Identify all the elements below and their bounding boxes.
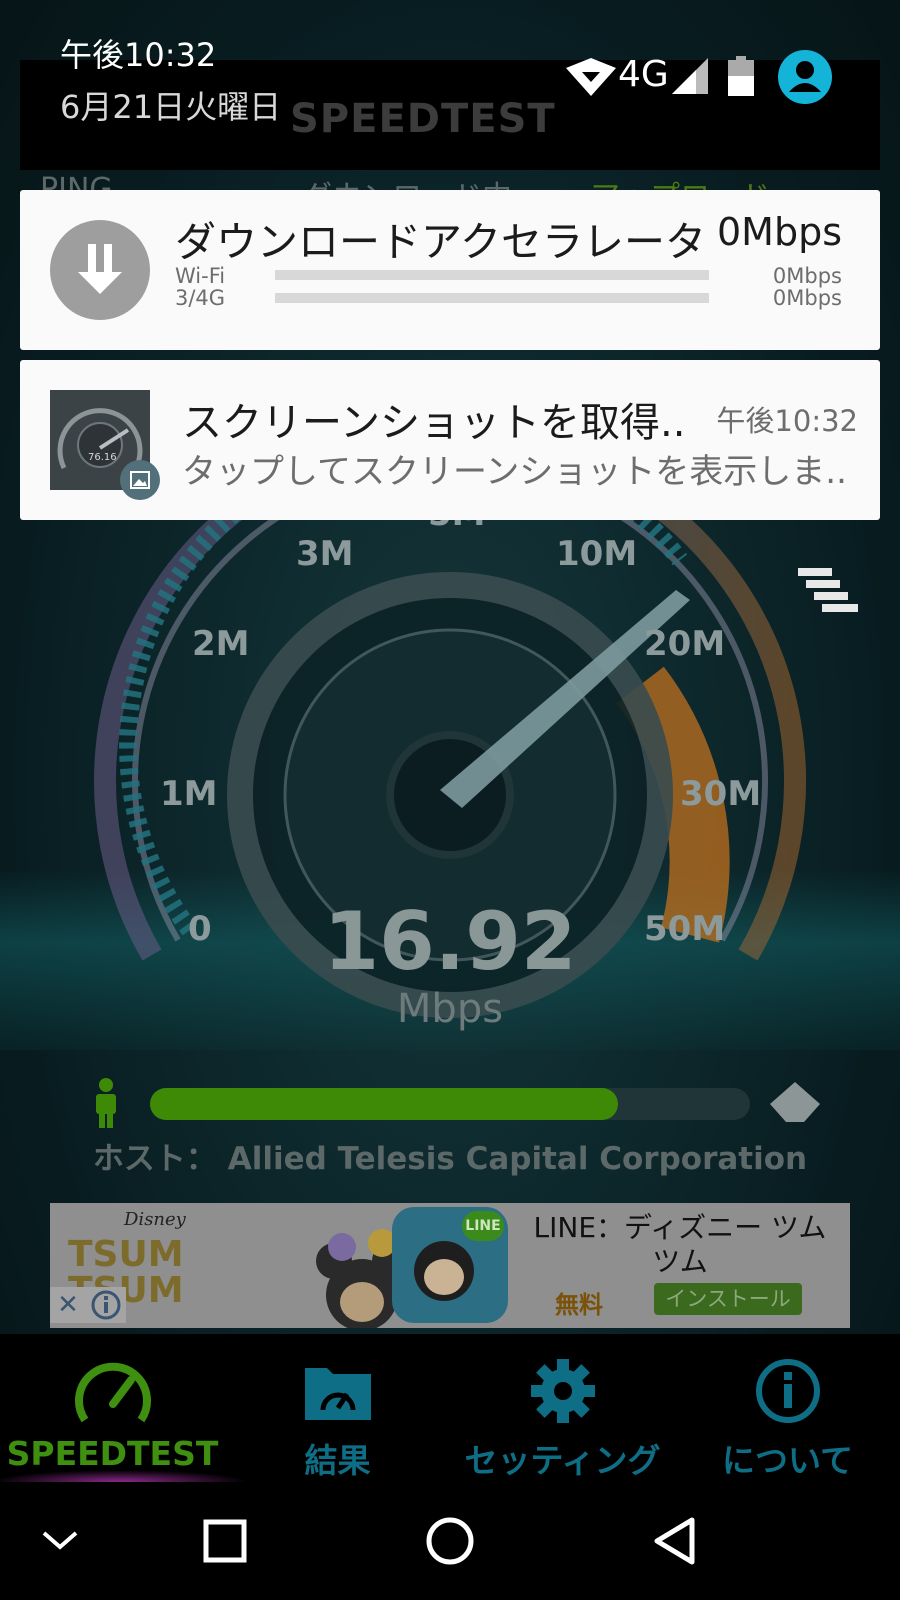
gear-icon bbox=[530, 1359, 595, 1423]
tick-label: 1M bbox=[160, 774, 218, 814]
folder-icon bbox=[304, 1368, 371, 1420]
circle-icon bbox=[426, 1517, 474, 1565]
wifi-label: Wi-Fi bbox=[175, 264, 226, 288]
speed-readout: 16.92 Mbps bbox=[0, 895, 900, 1033]
mobile-label: 3/4G bbox=[175, 286, 226, 310]
recents-button[interactable] bbox=[165, 1482, 285, 1600]
speed-value: 16.92 bbox=[323, 895, 577, 988]
speed-unit: Mbps bbox=[396, 986, 504, 1032]
notification-title: ダウンロードアクセラレータ bbox=[175, 218, 706, 266]
host-name: Allied Telesis Capital Corporation bbox=[227, 1141, 808, 1177]
notification-screenshot[interactable]: 76.16 スクリーンショットを取得.. 午後10:32 タップしてスクリーンシ… bbox=[20, 360, 880, 520]
account-icon[interactable] bbox=[778, 50, 832, 104]
nav-label: SPEEDTEST bbox=[6, 1434, 219, 1473]
thumbnail-value: 76.16 bbox=[88, 452, 117, 463]
collapse-button[interactable] bbox=[0, 1482, 120, 1600]
download-arrow-icon bbox=[50, 220, 150, 320]
signal-icon bbox=[672, 58, 708, 94]
notification-download-accelerator[interactable]: ダウンロードアクセラレータ 0Mbps Wi-Fi 3/4G 0Mbps 0Mb… bbox=[20, 190, 880, 350]
system-navigation bbox=[0, 1482, 900, 1600]
status-time: 午後10:32 bbox=[60, 36, 217, 74]
test-progress-fill bbox=[150, 1088, 618, 1120]
mobile-speed-value: 0Mbps bbox=[772, 286, 842, 310]
ad-brand: Disney bbox=[124, 1209, 186, 1230]
chevron-down-icon bbox=[42, 1531, 78, 1550]
nav-speedtest[interactable]: SPEEDTEST bbox=[0, 1334, 225, 1482]
nav-results[interactable]: 結果 bbox=[225, 1334, 450, 1482]
bottom-navigation: SPEEDTEST 結果 セッティング について bbox=[0, 1334, 900, 1482]
ad-title: LINE：ディズニー ツム ツム bbox=[533, 1211, 827, 1278]
server-triangle-icon bbox=[770, 1082, 820, 1126]
tick-label: 30M bbox=[680, 774, 761, 814]
square-icon bbox=[203, 1519, 247, 1563]
nav-label: について bbox=[721, 1441, 853, 1480]
mobile-speed-bar bbox=[275, 293, 709, 303]
nav-about[interactable]: について bbox=[675, 1334, 900, 1482]
notification-title: スクリーンショットを取得.. bbox=[182, 400, 686, 446]
image-badge-icon bbox=[120, 460, 160, 500]
wifi-icon bbox=[566, 58, 616, 96]
host-info: ホスト： Allied Telesis Capital Corporation bbox=[0, 1133, 900, 1178]
ad-close-icon[interactable]: ✕ bbox=[50, 1287, 86, 1323]
notification-text: タップしてスクリーンショットを表示しま.. bbox=[182, 452, 847, 492]
tick-label: 3M bbox=[296, 534, 354, 574]
person-icon bbox=[92, 1078, 120, 1132]
nav-label: セッティング bbox=[464, 1441, 661, 1480]
tick-label: 20M bbox=[644, 624, 725, 664]
ad-price: 無料 bbox=[555, 1291, 603, 1319]
network-type: 4G bbox=[618, 54, 669, 95]
ad-install-button[interactable]: インストール bbox=[654, 1283, 802, 1315]
nav-settings[interactable]: セッティング bbox=[450, 1334, 675, 1482]
wifi-speed-bar bbox=[275, 270, 709, 280]
home-button[interactable] bbox=[390, 1482, 510, 1600]
status-date: 6月21日火曜日 bbox=[60, 88, 282, 126]
host-label: ホスト： bbox=[92, 1141, 217, 1177]
notification-time: 午後10:32 bbox=[716, 404, 858, 438]
results-list-icon[interactable] bbox=[798, 568, 860, 620]
back-button[interactable] bbox=[615, 1482, 735, 1600]
tick-label: 10M bbox=[556, 534, 637, 574]
notification-speed: 0Mbps bbox=[716, 210, 842, 254]
wifi-speed-value: 0Mbps bbox=[772, 264, 842, 288]
ad-info-icon[interactable] bbox=[86, 1287, 126, 1323]
test-progress-bar bbox=[150, 1088, 750, 1120]
ad-line-badge: LINE bbox=[462, 1211, 504, 1241]
ad-app-icon: LINE bbox=[392, 1207, 508, 1323]
battery-icon bbox=[728, 56, 754, 96]
back-triangle-icon bbox=[654, 1517, 695, 1565]
info-icon bbox=[755, 1359, 820, 1423]
nav-label: 結果 bbox=[304, 1441, 371, 1480]
status-bar: 午後10:32 6月21日火曜日 4G bbox=[0, 0, 900, 126]
ad-banner[interactable]: Disney TSUM TSUM LINE LINE：ディズニー ツム ツム 無… bbox=[50, 1203, 850, 1328]
tick-label: 2M bbox=[192, 624, 250, 664]
speedometer-icon bbox=[74, 1362, 151, 1423]
